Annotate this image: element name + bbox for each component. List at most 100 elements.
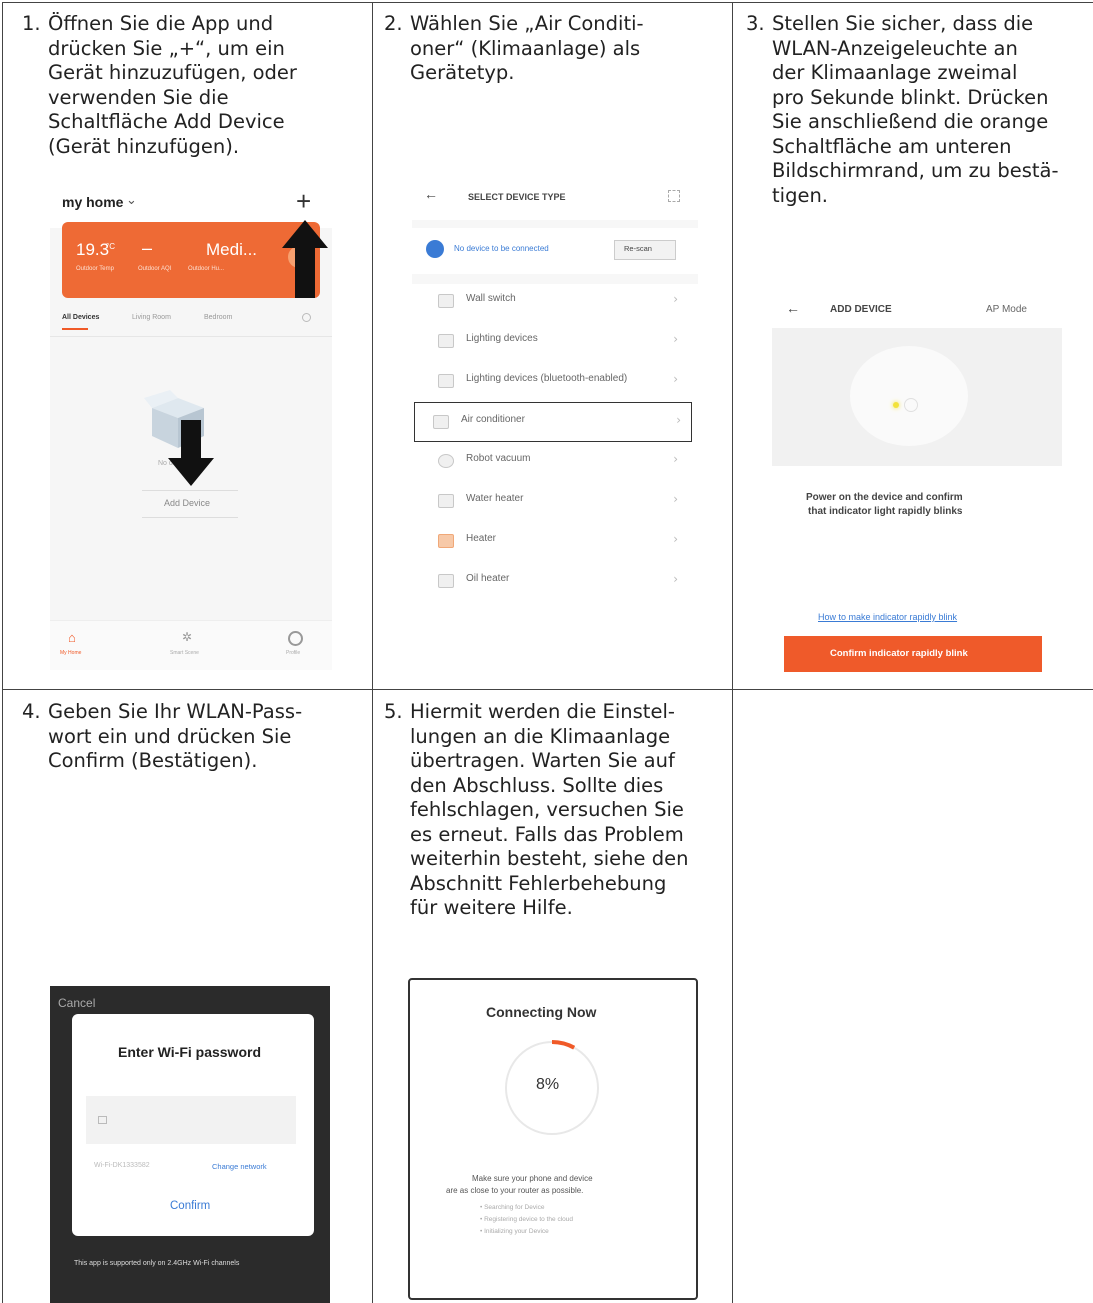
step-2-text: 2. Wählen Sie „Air Conditi- oner“ (Klima… — [384, 12, 724, 92]
rescan-button[interactable]: Re-scan — [614, 240, 676, 260]
arrow-down-icon — [168, 420, 214, 486]
add-device-label: Add Device — [164, 498, 211, 508]
back-arrow-icon[interactable]: ← — [786, 300, 800, 316]
network-name: Wi-Fi-DK1333582 — [94, 1162, 150, 1169]
wall-switch-icon — [438, 294, 454, 308]
connecting-title: Connecting Now — [486, 1004, 597, 1020]
weather-humidity: Medi... — [206, 240, 258, 259]
heater-icon — [438, 534, 454, 548]
device-type-water-heater[interactable]: Water heater › — [420, 482, 688, 520]
device-type-lighting[interactable]: Lighting devices › — [420, 322, 688, 360]
weather-sub-aqi: Outdoor AQI — [138, 266, 172, 272]
nav-profile[interactable]: Profile — [286, 650, 300, 656]
rescan-label: Re-scan — [624, 244, 652, 253]
add-device-button[interactable]: Add Device — [142, 490, 238, 518]
screenshot-connecting: Connecting Now 8% Make sure your phone a… — [408, 978, 698, 1300]
arrow-up-icon — [282, 220, 328, 298]
instruction-line-2: that indicator light rapidly blinks — [808, 506, 963, 517]
screenshot-select-device: ← SELECT DEVICE TYPE No device to be con… — [412, 176, 698, 610]
screenshot-wifi-password: Cancel Enter Wi-Fi password Wi-Fi-DK1333… — [50, 986, 330, 1303]
select-device-title: SELECT DEVICE TYPE — [468, 192, 566, 202]
cancel-link[interactable]: Cancel — [58, 996, 95, 1010]
hint-line-2: are as close to your router as possible. — [446, 1186, 584, 1195]
step-1-description: Öffnen Sie die App und drücken Sie „+“, … — [48, 12, 297, 158]
add-device-title: ADD DEVICE — [830, 304, 892, 315]
chevron-right-icon: › — [676, 413, 681, 427]
wifi-password-dialog: Enter Wi-Fi password Wi-Fi-DK1333582 Cha… — [72, 1014, 314, 1236]
home-icon[interactable]: ⌂ — [68, 630, 76, 645]
status-initializing: • Initializing your Device — [480, 1228, 549, 1235]
chevron-right-icon: › — [673, 292, 678, 306]
air-conditioner-icon — [433, 415, 449, 429]
nav-my-home[interactable]: My Home — [60, 650, 81, 656]
status-initializing-text: Initializing your Device — [484, 1228, 549, 1235]
scene-icon[interactable]: ✲ — [182, 630, 192, 644]
table-col-divider-2 — [732, 2, 733, 1303]
device-type-lighting-bluetooth[interactable]: Lighting devices (bluetooth-enabled) › — [420, 362, 688, 400]
device-type-wall-switch[interactable]: Wall switch › — [420, 282, 688, 320]
table-border-left — [2, 2, 3, 1303]
chevron-right-icon: › — [673, 372, 678, 386]
chevron-right-icon: › — [673, 572, 678, 586]
table-border-top — [2, 2, 1093, 3]
settings-icon[interactable] — [302, 313, 311, 322]
chevron-down-icon[interactable]: ⌄ — [126, 192, 137, 208]
step-4-text: 4. Geben Sie Ihr WLAN-Pass- wort ein und… — [22, 700, 362, 780]
hint-line-1: Make sure your phone and device — [472, 1174, 593, 1183]
status-searching-text: Searching for Device — [484, 1204, 545, 1211]
step-1-text: 1. Öffnen Sie die App und drücken Sie „+… — [22, 12, 362, 162]
confirm-button[interactable]: Confirm — [170, 1200, 210, 1212]
profile-icon[interactable] — [288, 631, 303, 646]
step-2-number: 2. — [384, 12, 403, 35]
step-3-number: 3. — [746, 12, 765, 35]
water-heater-icon — [438, 494, 454, 508]
scan-icon[interactable] — [668, 190, 680, 202]
bulb-icon — [438, 334, 454, 348]
add-icon[interactable]: + — [296, 186, 311, 217]
device-type-air-conditioner[interactable]: Air conditioner › — [414, 402, 692, 442]
status-registering: • Registering device to the cloud — [480, 1216, 573, 1223]
dialog-title: Enter Wi-Fi password — [118, 1044, 262, 1060]
weather-sub-humidity: Outdoor Hu... — [188, 266, 225, 272]
device-type-robot-vacuum[interactable]: Robot vacuum › — [420, 442, 688, 480]
step-1-number: 1. — [22, 12, 41, 35]
no-device-notice: No device to be connected — [454, 244, 549, 253]
wifi-support-note: This app is supported only on 2.4GHz Wi-… — [74, 1260, 240, 1267]
weather-temp-unit: °C — [106, 242, 115, 251]
step-5-number: 5. — [384, 700, 403, 723]
weather-temp: 19.3 — [76, 240, 110, 259]
password-input[interactable] — [86, 1096, 296, 1144]
weather-aqi: – — [142, 238, 153, 258]
tab-living-room[interactable]: Living Room — [132, 314, 171, 321]
progress-percent: 8% — [536, 1076, 560, 1093]
screenshot-add-device: ← ADD DEVICE AP Mode Power on the device… — [772, 288, 1062, 678]
tab-active-indicator — [62, 328, 88, 330]
chevron-right-icon: › — [673, 532, 678, 546]
tab-all-devices[interactable]: All Devices — [62, 314, 99, 321]
step-3-description: Stellen Sie sicher, dass die WLAN-Anzeig… — [772, 12, 1059, 207]
chevron-right-icon: › — [673, 492, 678, 506]
step-5-text: 5. Hiermit werden die Einstel- lungen an… — [384, 700, 724, 930]
confirm-blink-button[interactable]: Confirm indicator rapidly blink — [784, 636, 1042, 672]
oil-heater-icon — [438, 574, 454, 588]
help-link[interactable]: How to make indicator rapidly blink — [818, 612, 957, 622]
status-searching: • Searching for Device — [480, 1204, 545, 1211]
table-row-divider — [2, 689, 1093, 690]
bulb-icon — [438, 374, 454, 388]
home-title: my home — [62, 194, 124, 210]
step-5-description: Hiermit werden die Einstel- lungen an di… — [410, 700, 689, 919]
device-type-oil-heater[interactable]: Oil heater › — [420, 562, 688, 600]
lock-icon — [98, 1116, 107, 1124]
change-network-link[interactable]: Change network — [212, 1162, 267, 1171]
instruction-table: 1. Öffnen Sie die App und drücken Sie „+… — [0, 0, 1093, 1303]
indicator-light — [893, 402, 899, 408]
confirm-blink-label: Confirm indicator rapidly blink — [830, 648, 968, 659]
tab-bedroom[interactable]: Bedroom — [204, 314, 232, 321]
ap-mode-link[interactable]: AP Mode — [986, 304, 1027, 315]
table-col-divider-1 — [372, 2, 373, 1303]
step-3-text: 3. Stellen Sie sicher, dass die WLAN-Anz… — [746, 12, 1086, 212]
nav-smart-scene[interactable]: Smart Scene — [170, 650, 199, 656]
back-arrow-icon[interactable]: ← — [424, 186, 438, 202]
status-registering-text: Registering device to the cloud — [484, 1216, 573, 1223]
device-type-heater[interactable]: Heater › — [420, 522, 688, 560]
